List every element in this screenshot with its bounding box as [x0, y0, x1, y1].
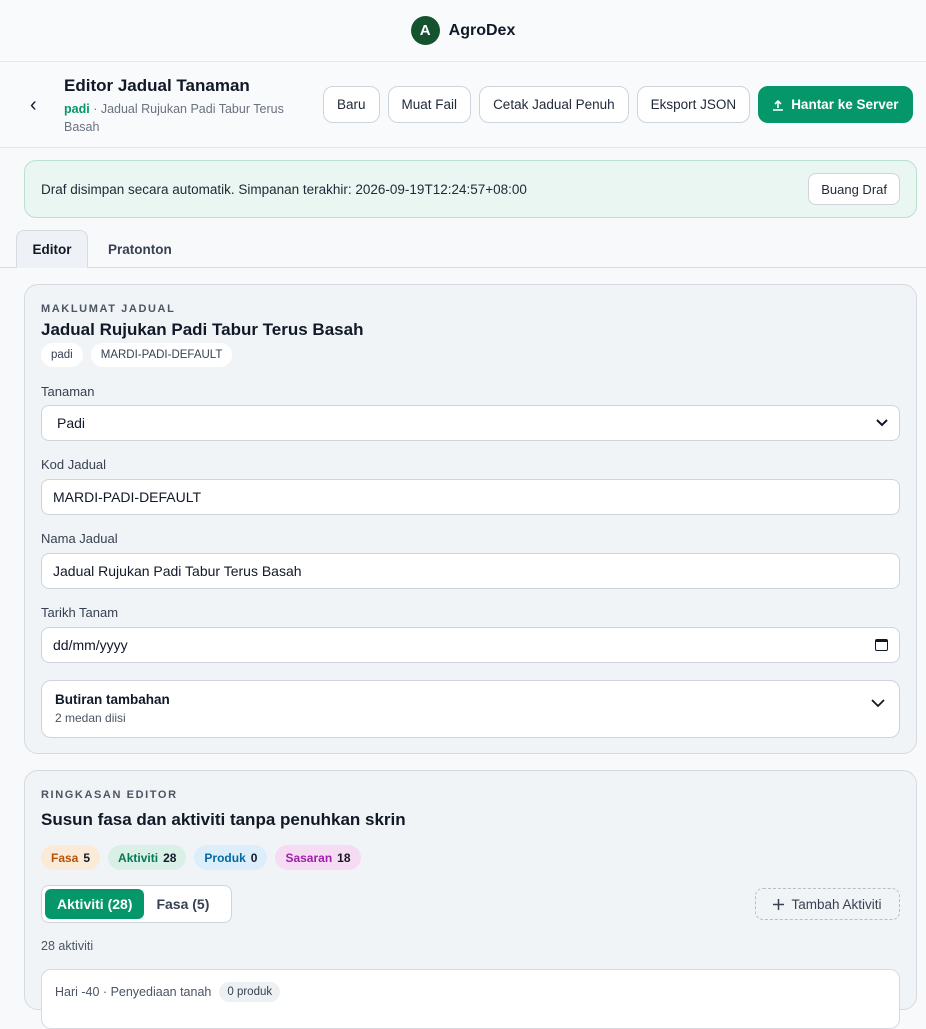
crop-select[interactable]: Padi — [41, 405, 900, 441]
stat-value: 28 — [163, 850, 177, 865]
extra-details-accordion[interactable]: Butiran tambahan 2 medan diisi — [41, 680, 900, 738]
crop-label: Tanaman — [41, 384, 95, 399]
details-title: Butiran tambahan — [55, 692, 170, 707]
code-input[interactable]: MARDI-PADI-DEFAULT — [41, 479, 900, 515]
print-schedule-button[interactable]: Cetak Jadual Penuh — [479, 86, 629, 123]
schedule-info-card: MAKLUMAT JADUAL Jadual Rujukan Padi Tabu… — [24, 284, 917, 754]
activity-count: 28 aktiviti — [41, 939, 94, 953]
chevron-down-icon — [876, 419, 888, 427]
draft-banner: Draf disimpan secara automatik. Simpanan… — [24, 160, 917, 218]
date-placeholder: dd/mm/yyyy — [53, 637, 128, 653]
editor-summary-card: RINGKASAN EDITOR Susun fasa dan aktiviti… — [24, 770, 917, 1029]
activity-day-title: Hari -40 · Penyediaan tanah — [55, 985, 212, 999]
name-input-value: Jadual Rujukan Padi Tabur Terus Basah — [53, 563, 302, 579]
add-activity-label: Tambah Aktiviti — [791, 896, 882, 912]
stat-targets: Sasaran 18 — [275, 845, 361, 870]
top-bar: A AgroDex — [0, 0, 926, 62]
section-eyebrow: MAKLUMAT JADUAL — [41, 303, 176, 315]
activity-meta: Hari -40 · Penyediaan tanah 0 produk — [55, 982, 281, 1002]
summary-stats: Fasa 5 Aktiviti 28 Produk 0 Sasaran 18 — [41, 845, 361, 870]
brand-name: AgroDex — [448, 21, 516, 39]
planting-date-label: Tarikh Tanam — [41, 605, 119, 620]
tab-editor[interactable]: Editor — [16, 230, 88, 268]
plus-icon — [773, 898, 785, 910]
details-count: 2 medan diisi — [55, 711, 126, 725]
stat-activities: Aktiviti 28 — [108, 845, 187, 870]
export-json-button[interactable]: Eksport JSON — [636, 86, 751, 123]
page-title: Editor Jadual Tanaman — [64, 76, 250, 95]
stat-label: Aktiviti — [118, 850, 159, 865]
view-tabs: Editor Pratonton — [0, 230, 926, 268]
tab-preview[interactable]: Pratonton — [92, 230, 188, 268]
summary-title: Susun fasa dan aktiviti tanpa penuhkan s… — [41, 810, 406, 829]
crop-chip: padi — [41, 343, 83, 367]
add-activity-button[interactable]: Tambah Aktiviti — [755, 888, 900, 920]
calendar-icon[interactable] — [875, 639, 888, 651]
header-actions: Baru Muat Fail Cetak Jadual Penuh Ekspor… — [323, 86, 913, 123]
schedule-chips: padi MARDI-PADI-DEFAULT — [41, 343, 233, 367]
crop-select-value: Padi — [57, 415, 86, 431]
schedule-subtitle: · Jadual Rujukan Padi Tabur Terus Basah — [64, 102, 284, 134]
title-block: Editor Jadual Tanaman padi · Jadual Ruju… — [64, 76, 309, 136]
segment-phases[interactable]: Fasa (5) — [144, 889, 221, 919]
code-input-value: MARDI-PADI-DEFAULT — [53, 489, 202, 505]
chevron-down-icon — [871, 699, 885, 708]
stat-value: 18 — [337, 850, 351, 865]
editor-header: ‹ Editor Jadual Tanaman padi · Jadual Ru… — [0, 62, 926, 148]
load-file-button[interactable]: Muat Fail — [387, 86, 472, 123]
planting-date-input[interactable]: dd/mm/yyyy — [41, 627, 900, 663]
view-segmented-control: Aktiviti (28) Fasa (5) — [41, 885, 232, 923]
code-label: Kod Jadual — [41, 457, 107, 472]
schedule-title: Jadual Rujukan Padi Tabur Terus Basah — [41, 320, 364, 339]
stat-label: Sasaran — [285, 850, 333, 865]
stat-label: Produk — [204, 850, 246, 865]
back-icon[interactable]: ‹ — [30, 95, 48, 115]
stat-value: 5 — [83, 850, 91, 865]
crop-name: padi — [64, 102, 90, 116]
name-input[interactable]: Jadual Rujukan Padi Tabur Terus Basah — [41, 553, 900, 589]
submit-to-server-button[interactable]: Hantar ke Server — [758, 86, 913, 123]
submit-label: Hantar ke Server — [791, 97, 899, 112]
segment-activities[interactable]: Aktiviti (28) — [45, 889, 145, 919]
stat-value: 0 — [250, 850, 258, 865]
page-subtitle: padi · Jadual Rujukan Padi Tabur Terus B… — [64, 100, 309, 136]
stat-label: Fasa — [51, 850, 79, 865]
section-eyebrow: RINGKASAN EDITOR — [41, 789, 178, 801]
name-label: Nama Jadual — [41, 531, 118, 546]
draft-message: Draf disimpan secara automatik. Simpanan… — [41, 181, 527, 197]
stat-products: Produk 0 — [194, 845, 268, 870]
upload-icon — [773, 99, 784, 111]
product-count-badge: 0 produk — [219, 982, 281, 1002]
list-item[interactable]: Hari -40 · Penyediaan tanah 0 produk — [41, 969, 900, 1029]
stat-phases: Fasa 5 — [41, 845, 101, 870]
new-button[interactable]: Baru — [323, 86, 380, 123]
code-chip: MARDI-PADI-DEFAULT — [90, 343, 233, 367]
agrodex-logo: A — [410, 16, 440, 45]
discard-draft-button[interactable]: Buang Draf — [808, 173, 900, 205]
